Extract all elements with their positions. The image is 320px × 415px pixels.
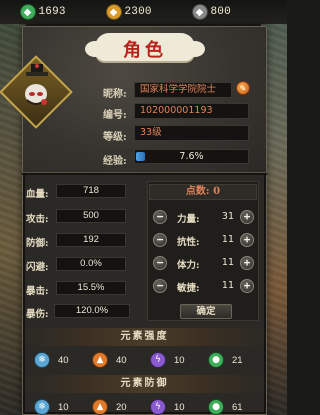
element-defense-title: 元素防御 bbox=[22, 375, 267, 393]
lightning-defense-value: 10 bbox=[174, 401, 185, 413]
character-portrait-icon bbox=[25, 84, 47, 105]
agility-minus-button[interactable]: − bbox=[153, 279, 167, 293]
jade-icon: ◆ bbox=[19, 4, 36, 20]
id-label: 编号: bbox=[103, 110, 127, 121]
strength-minus-button[interactable]: − bbox=[153, 210, 167, 224]
agility-label: 敏捷: bbox=[177, 283, 200, 294]
lightning-icon: ϟ bbox=[150, 352, 166, 368]
stat-value-crit: 15.5% bbox=[56, 281, 126, 295]
panel-title: 角色 bbox=[123, 40, 167, 61]
fire-icon: ▲ bbox=[92, 399, 108, 415]
title-banner: 角色 bbox=[85, 33, 205, 61]
id-field: 102000001193 bbox=[134, 103, 249, 119]
stat-label-crit-damage: 暴伤: bbox=[26, 309, 49, 320]
resource-gold[interactable]: ◆ 2300 bbox=[105, 3, 182, 21]
stat-value-hp: 718 bbox=[56, 184, 126, 198]
rank-field: 33级 bbox=[134, 125, 249, 141]
black-hat-icon bbox=[26, 64, 48, 76]
lightning-strength-value: 10 bbox=[174, 354, 185, 366]
strength-label: 力量: bbox=[177, 214, 200, 225]
element-defense-ice: ❄ 10 bbox=[34, 399, 69, 415]
stat-label-hp: 血量: bbox=[26, 189, 49, 200]
attribute-points-panel bbox=[147, 181, 259, 321]
resource-bar: ◆ 1693 ◆ 2300 ◆ 800 bbox=[0, 0, 287, 24]
stamina-minus-button[interactable]: − bbox=[153, 256, 167, 270]
agility-plus-button[interactable]: + bbox=[240, 279, 254, 293]
ice-strength-value: 40 bbox=[58, 354, 69, 366]
edit-icon: ✎ bbox=[239, 83, 247, 93]
element-strength-title: 元素强度 bbox=[22, 328, 267, 346]
lightning-icon: ϟ bbox=[150, 399, 166, 415]
poison-icon: ● bbox=[208, 352, 224, 368]
stat-value-defense: 192 bbox=[56, 233, 126, 247]
resistance-label: 抗性: bbox=[177, 237, 200, 248]
ice-defense-value: 10 bbox=[58, 401, 69, 413]
poison-defense-value: 61 bbox=[232, 401, 243, 413]
exp-progress-bar: 7.6% bbox=[134, 149, 249, 164]
stat-label-defense: 防御: bbox=[26, 238, 49, 249]
silver-coin-icon: ◆ bbox=[191, 4, 208, 20]
resource-jade[interactable]: ◆ 1693 bbox=[19, 3, 96, 21]
silver-amount: 800 bbox=[210, 6, 231, 18]
strength-value: 31 bbox=[221, 211, 234, 222]
gold-coin-icon: ◆ bbox=[105, 4, 122, 20]
stat-label-crit: 暴击: bbox=[26, 286, 49, 297]
ice-icon: ❄ bbox=[34, 352, 50, 368]
exp-label: 经验: bbox=[103, 156, 127, 167]
fire-icon: ▲ bbox=[92, 352, 108, 368]
confirm-button[interactable]: 确定 bbox=[180, 304, 232, 319]
points-available: 点数: 0 bbox=[149, 184, 257, 200]
jade-amount: 1693 bbox=[38, 6, 66, 18]
fire-strength-value: 40 bbox=[116, 354, 127, 366]
element-defense-poison: ● 61 bbox=[208, 399, 243, 415]
exp-percent: 7.6% bbox=[179, 151, 204, 162]
stamina-plus-button[interactable]: + bbox=[240, 256, 254, 270]
element-defense-fire: ▲ 20 bbox=[92, 399, 127, 415]
stat-label-dodge: 闪避: bbox=[26, 262, 49, 273]
resource-silver[interactable]: ◆ 800 bbox=[191, 3, 268, 21]
element-strength-poison: ● 21 bbox=[208, 352, 243, 368]
resistance-plus-button[interactable]: + bbox=[240, 233, 254, 247]
stat-value-attack: 500 bbox=[56, 209, 126, 223]
stamina-value: 11 bbox=[221, 257, 234, 268]
rename-button[interactable]: ✎ bbox=[236, 81, 250, 95]
poison-strength-value: 21 bbox=[232, 354, 243, 366]
element-strength-ice: ❄ 40 bbox=[34, 352, 69, 368]
strength-plus-button[interactable]: + bbox=[240, 210, 254, 224]
ice-icon: ❄ bbox=[34, 399, 50, 415]
stamina-label: 体力: bbox=[177, 260, 200, 271]
resistance-value: 11 bbox=[221, 234, 234, 245]
agility-value: 11 bbox=[221, 280, 234, 291]
resistance-minus-button[interactable]: − bbox=[153, 233, 167, 247]
gold-amount: 2300 bbox=[124, 6, 152, 18]
poison-icon: ● bbox=[208, 399, 224, 415]
rank-label: 等级: bbox=[103, 132, 127, 143]
nickname-field: 国家科学学院院士 bbox=[134, 82, 232, 98]
element-strength-lightning: ϟ 10 bbox=[150, 352, 185, 368]
element-defense-lightning: ϟ 10 bbox=[150, 399, 185, 415]
element-strength-fire: ▲ 40 bbox=[92, 352, 127, 368]
stat-value-crit-damage: 120.0% bbox=[54, 304, 130, 318]
stat-label-attack: 攻击: bbox=[26, 214, 49, 225]
fire-defense-value: 20 bbox=[116, 401, 127, 413]
nickname-label: 昵称: bbox=[103, 89, 127, 100]
section-divider bbox=[22, 172, 267, 175]
stat-value-dodge: 0.0% bbox=[56, 257, 126, 271]
